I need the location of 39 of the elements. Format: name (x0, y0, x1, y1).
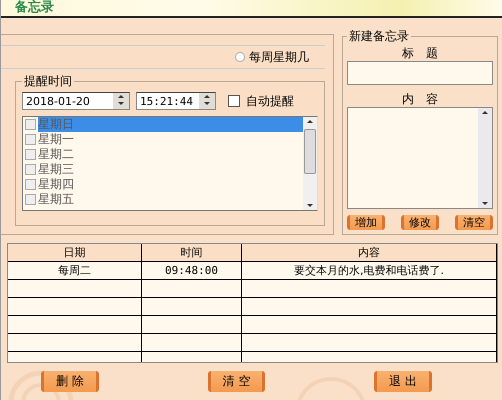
action-button[interactable]: 退 出 (374, 371, 432, 392)
spin-icon[interactable] (199, 93, 215, 109)
action-button[interactable]: 修改 (401, 215, 439, 230)
table-cell: 09:48:00 (142, 262, 242, 279)
checkbox[interactable] (25, 179, 36, 190)
list-item[interactable]: 星期一 (38, 132, 303, 147)
date-field[interactable]: 2018-01-20 (22, 92, 130, 110)
checkbox[interactable] (25, 134, 36, 145)
list-item[interactable]: 星期四 (38, 177, 303, 192)
list-item[interactable]: 星期三 (38, 162, 303, 177)
scrollbar[interactable] (478, 108, 492, 208)
radio-button[interactable] (235, 52, 245, 62)
action-button[interactable]: 删 除 (41, 371, 99, 392)
column-header[interactable]: 日期 (8, 244, 142, 261)
action-button[interactable]: 清空 (455, 215, 493, 230)
checkbox-label[interactable]: 自动提醒 (246, 92, 294, 110)
table-cell: 每周二 (8, 262, 142, 279)
list-item[interactable]: 星期二 (38, 147, 303, 162)
field-label: 内 容 (401, 91, 439, 107)
checkbox[interactable] (25, 149, 36, 160)
column-header[interactable]: 内容 (242, 244, 497, 261)
content-field[interactable] (347, 107, 493, 209)
column-header[interactable]: 时间 (142, 244, 242, 261)
action-button[interactable]: 清 空 (208, 371, 266, 392)
group-legend: 新建备忘录 (347, 28, 411, 45)
radio-label[interactable]: 每周星期几 (249, 48, 309, 66)
time-field[interactable]: 15:21:44 (136, 92, 216, 110)
checkbox[interactable] (228, 95, 240, 107)
scrollbar[interactable] (303, 117, 317, 210)
title-field[interactable] (347, 61, 493, 85)
checkbox[interactable] (25, 119, 36, 130)
group-legend: 提醒时间 (22, 73, 74, 90)
spin-icon[interactable] (113, 93, 129, 109)
list-item[interactable]: 星期五 (38, 192, 303, 207)
checkbox[interactable] (25, 164, 36, 175)
table-cell: 要交本月的水,电费和电话费了. (242, 262, 497, 279)
field-label: 标 题 (401, 45, 439, 61)
checkbox[interactable] (25, 194, 36, 205)
action-button[interactable]: 增加 (347, 215, 385, 230)
